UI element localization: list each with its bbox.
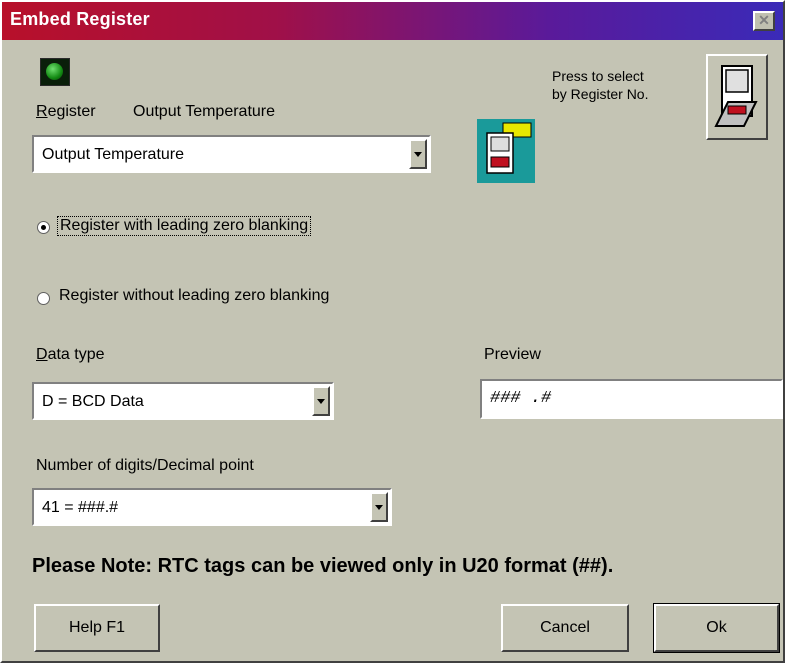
close-icon[interactable]: ✕ [753, 11, 775, 31]
help-button[interactable]: Help F1 [34, 604, 160, 652]
select-by-register-number-button[interactable] [706, 54, 768, 140]
embed-register-dialog: Embed Register ✕ Register Output Tempera… [0, 0, 785, 663]
register-select[interactable]: Output Temperature [32, 135, 431, 173]
digits-select[interactable]: 41 = ###.# [32, 488, 392, 526]
help-button-label: Help F1 [68, 619, 126, 636]
title-bar[interactable]: Embed Register ✕ [2, 2, 783, 40]
radio-with-blanking-label[interactable]: Register with leading zero blanking [57, 216, 312, 236]
data-type-value: D = BCD Data [42, 393, 144, 410]
ok-button[interactable]: Ok [653, 603, 780, 653]
ok-button-label: Ok [706, 619, 727, 636]
green-led-icon [40, 58, 70, 86]
register-current-name: Output Temperature [133, 103, 276, 120]
data-type-select[interactable]: D = BCD Data [32, 382, 334, 420]
radio-with-blanking[interactable] [37, 221, 50, 234]
chevron-down-icon[interactable] [312, 386, 330, 416]
preview-label: Preview [484, 346, 541, 363]
chevron-down-icon[interactable] [409, 139, 427, 169]
preview-value: ### .# [490, 389, 552, 408]
radio-without-blanking[interactable] [37, 292, 50, 305]
digits-label: Number of digits/Decimal point [36, 457, 254, 474]
radio-without-blanking-label[interactable]: Register without leading zero blanking [59, 287, 329, 305]
register-list-icon[interactable] [477, 119, 535, 183]
preview-field: ### .# [480, 379, 783, 419]
register-select-value: Output Temperature [42, 146, 185, 163]
register-label: Register [36, 103, 96, 120]
chevron-down-icon[interactable] [370, 492, 388, 522]
cancel-button-label: Cancel [540, 619, 590, 636]
data-type-label: Data type [36, 346, 105, 363]
cancel-button[interactable]: Cancel [501, 604, 629, 652]
digits-value: 41 = ###.# [42, 499, 119, 516]
window-title: Embed Register [10, 9, 150, 29]
select-by-number-line1: Press to select [552, 68, 644, 84]
select-by-number-line2: by Register No. [552, 86, 649, 102]
rtc-note: Please Note: RTC tags can be viewed only… [32, 555, 614, 577]
terminal-icon [714, 65, 758, 127]
